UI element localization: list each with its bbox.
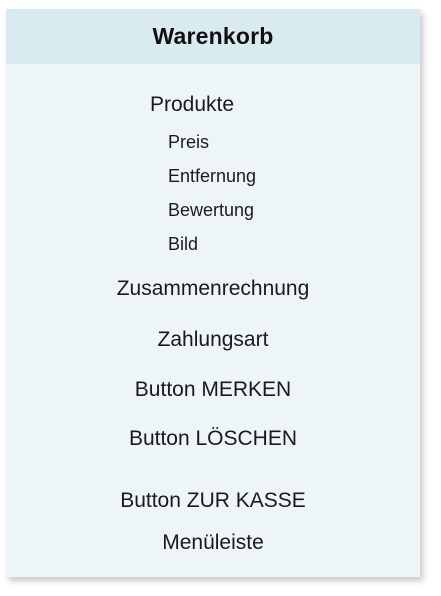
cart-header: Warenkorb (6, 9, 420, 64)
product-attribute-price: Preis (168, 132, 210, 152)
cart-title: Warenkorb (152, 23, 274, 49)
button-save-label: Button MERKEN (134, 378, 292, 401)
product-attribute-rating: Bewertung (168, 200, 255, 220)
cart-card: Warenkorb Produkte Preis Entfernung Bewe… (6, 9, 420, 577)
product-attribute-image: Bild (168, 234, 199, 254)
button-delete-label: Button LÖSCHEN (128, 427, 298, 450)
menu-bar-label: Menüleiste (162, 531, 264, 554)
payment-method-label: Zahlungsart (157, 328, 269, 351)
summary-label: Zusammenrechnung (116, 277, 310, 300)
product-attribute-distance: Entfernung (168, 166, 257, 186)
products-label: Produkte (150, 93, 235, 116)
button-checkout-label: Button ZUR KASSE (120, 489, 306, 512)
